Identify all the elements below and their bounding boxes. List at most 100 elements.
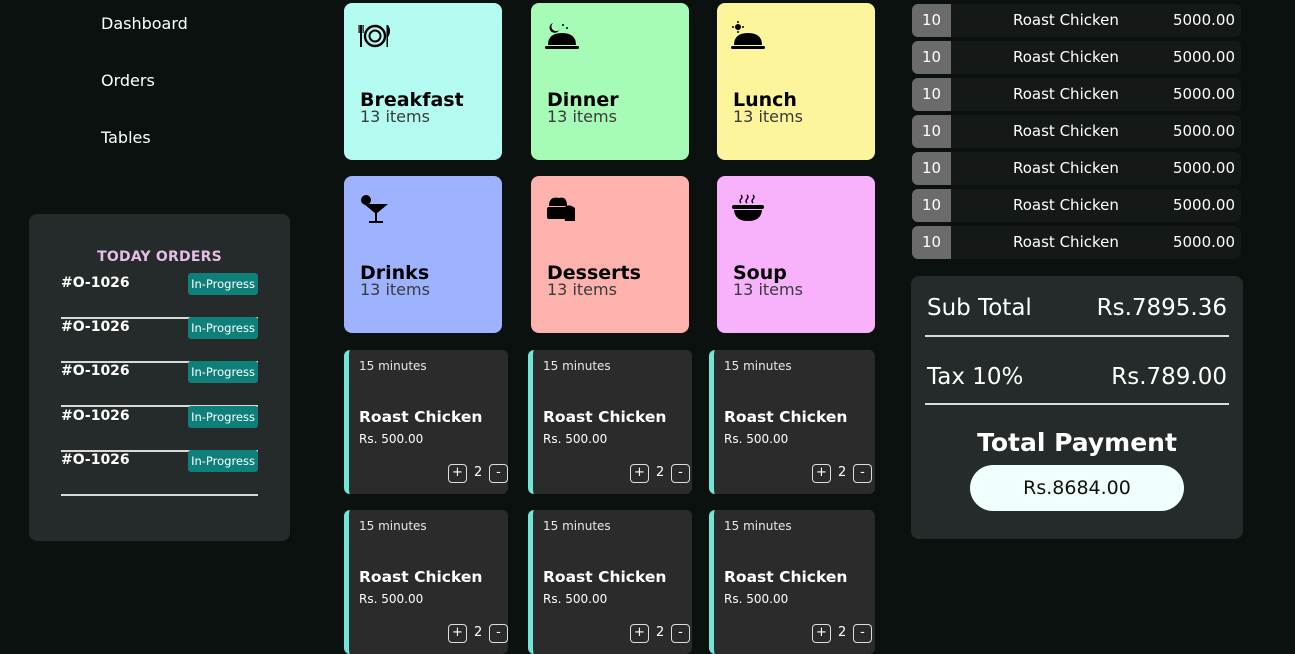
increase-quantity-button[interactable]: +: [812, 624, 831, 643]
nav-orders[interactable]: Orders: [101, 71, 155, 90]
menu-item-card[interactable]: 15 minutes Roast Chicken Rs. 500.00 + 2 …: [528, 510, 692, 654]
quantity-value: 2: [474, 625, 483, 640]
decrease-quantity-button[interactable]: -: [853, 464, 872, 483]
quantity-value: 2: [474, 465, 483, 480]
decrease-quantity-button[interactable]: -: [489, 624, 508, 643]
item-name: Roast Chicken: [543, 568, 667, 586]
category-count: 13 items: [733, 280, 803, 299]
increase-quantity-button[interactable]: +: [630, 624, 649, 643]
item-price: Rs. 500.00: [359, 432, 424, 446]
order-id: #O-1026: [61, 408, 130, 424]
category-dinner[interactable]: Dinner 13 items: [531, 3, 689, 160]
subtotal-label: Sub Total: [927, 295, 1032, 321]
status-badge: In-Progress: [188, 361, 258, 383]
prep-time: 15 minutes: [543, 519, 611, 533]
bill-amount: 5000.00: [1172, 159, 1235, 177]
plate-cutlery-icon: [358, 24, 390, 48]
category-soup[interactable]: Soup 13 items: [717, 176, 875, 333]
total-payment-button[interactable]: Rs.8684.00: [970, 465, 1184, 511]
nav-dashboard[interactable]: Dashboard: [101, 14, 188, 33]
category-count: 13 items: [360, 107, 430, 126]
category-drinks[interactable]: Drinks 13 items: [344, 176, 502, 333]
tax-value: Rs.789.00: [1111, 364, 1227, 390]
total-payment-label: Total Payment: [977, 428, 1177, 457]
nav-tables[interactable]: Tables: [101, 128, 151, 147]
bill-qty: 10: [912, 189, 951, 222]
payment-summary-panel: Sub Total Rs.7895.36 Tax 10% Rs.789.00 T…: [911, 276, 1243, 539]
item-name: Roast Chicken: [724, 568, 848, 586]
category-desserts[interactable]: Desserts 13 items: [531, 176, 689, 333]
menu-item-card[interactable]: 15 minutes Roast Chicken Rs. 500.00 + 2 …: [344, 350, 508, 494]
item-price: Rs. 500.00: [724, 432, 789, 446]
cloche-sun-icon: [731, 21, 765, 49]
cocktail-icon: [361, 195, 388, 223]
order-row[interactable]: #O-1026 In-Progress: [61, 450, 258, 496]
item-price: Rs. 500.00: [724, 592, 789, 606]
bill-row[interactable]: 10 Roast Chicken 5000.00: [912, 189, 1241, 222]
menu-item-card[interactable]: 15 minutes Roast Chicken Rs. 500.00 + 2 …: [709, 510, 875, 654]
increase-quantity-button[interactable]: +: [812, 464, 831, 483]
prep-time: 15 minutes: [724, 519, 792, 533]
cake-icon: [547, 197, 575, 221]
decrease-quantity-button[interactable]: -: [489, 464, 508, 483]
item-name: Roast Chicken: [543, 408, 667, 426]
bill-row[interactable]: 10 Roast Chicken 5000.00: [912, 115, 1241, 148]
category-count: 13 items: [547, 280, 617, 299]
bill-amount: 5000.00: [1172, 122, 1235, 140]
subtotal-value: Rs.7895.36: [1096, 295, 1227, 321]
category-breakfast[interactable]: Breakfast 13 items: [344, 3, 502, 160]
bill-row[interactable]: 10 Roast Chicken 5000.00: [912, 4, 1241, 37]
status-badge: In-Progress: [188, 450, 258, 472]
menu-item-card[interactable]: 15 minutes Roast Chicken Rs. 500.00 + 2 …: [709, 350, 875, 494]
soup-bowl-icon: [732, 194, 764, 221]
increase-quantity-button[interactable]: +: [448, 464, 467, 483]
status-badge: In-Progress: [188, 273, 258, 295]
bill-row[interactable]: 10 Roast Chicken 5000.00: [912, 226, 1241, 259]
menu-item-card[interactable]: 15 minutes Roast Chicken Rs. 500.00 + 2 …: [344, 510, 508, 654]
bill-item-name: Roast Chicken: [1013, 85, 1119, 103]
order-row[interactable]: #O-1026 In-Progress: [61, 361, 258, 407]
category-lunch[interactable]: Lunch 13 items: [717, 3, 875, 160]
divider: [925, 335, 1229, 337]
item-name: Roast Chicken: [359, 408, 483, 426]
bill-item-name: Roast Chicken: [1013, 11, 1119, 29]
quantity-value: 2: [656, 625, 665, 640]
order-id: #O-1026: [61, 363, 130, 379]
bill-amount: 5000.00: [1172, 11, 1235, 29]
quantity-value: 2: [838, 625, 847, 640]
increase-quantity-button[interactable]: +: [448, 624, 467, 643]
divider: [925, 403, 1229, 405]
bill-row[interactable]: 10 Roast Chicken 5000.00: [912, 152, 1241, 185]
bill-amount: 5000.00: [1172, 48, 1235, 66]
prep-time: 15 minutes: [724, 359, 792, 373]
bill-item-name: Roast Chicken: [1013, 196, 1119, 214]
today-orders-title: TODAY ORDERS: [97, 249, 222, 265]
tax-label: Tax 10%: [927, 364, 1024, 390]
bill-item-name: Roast Chicken: [1013, 233, 1119, 251]
prep-time: 15 minutes: [359, 519, 427, 533]
decrease-quantity-button[interactable]: -: [671, 624, 690, 643]
order-row[interactable]: #O-1026 In-Progress: [61, 317, 258, 363]
category-count: 13 items: [733, 107, 803, 126]
increase-quantity-button[interactable]: +: [630, 464, 649, 483]
bill-row[interactable]: 10 Roast Chicken 5000.00: [912, 41, 1241, 74]
bill-qty: 10: [912, 152, 951, 185]
prep-time: 15 minutes: [543, 359, 611, 373]
bill-qty: 10: [912, 41, 951, 74]
bill-item-name: Roast Chicken: [1013, 48, 1119, 66]
order-row[interactable]: #O-1026 In-Progress: [61, 406, 258, 452]
menu-item-card[interactable]: 15 minutes Roast Chicken Rs. 500.00 + 2 …: [528, 350, 692, 494]
item-price: Rs. 500.00: [359, 592, 424, 606]
bill-amount: 5000.00: [1172, 196, 1235, 214]
bill-amount: 5000.00: [1172, 85, 1235, 103]
item-price: Rs. 500.00: [543, 592, 608, 606]
bill-qty: 10: [912, 78, 951, 111]
decrease-quantity-button[interactable]: -: [671, 464, 690, 483]
order-id: #O-1026: [61, 452, 130, 468]
item-name: Roast Chicken: [359, 568, 483, 586]
category-count: 13 items: [360, 280, 430, 299]
quantity-value: 2: [838, 465, 847, 480]
decrease-quantity-button[interactable]: -: [853, 624, 872, 643]
order-row[interactable]: #O-1026 In-Progress: [61, 273, 258, 319]
bill-row[interactable]: 10 Roast Chicken 5000.00: [912, 78, 1241, 111]
